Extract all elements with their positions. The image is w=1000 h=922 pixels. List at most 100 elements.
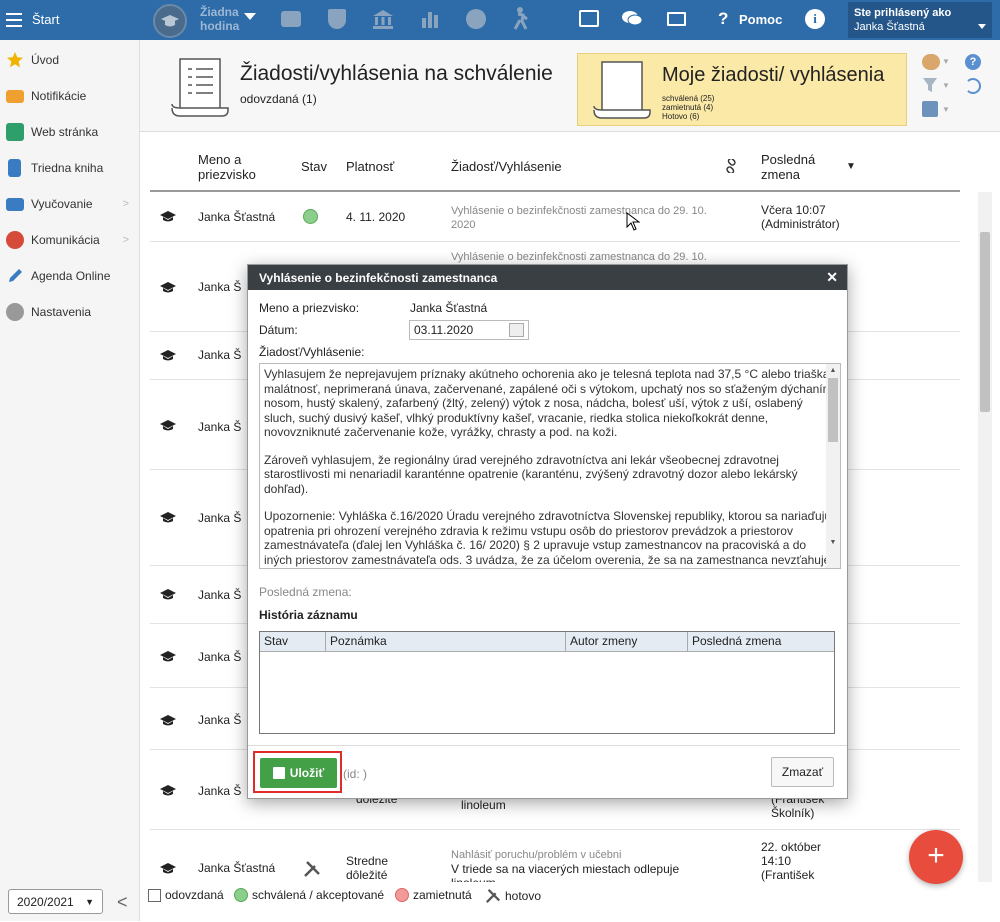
date-field[interactable]: 03.11.2020 xyxy=(409,320,529,340)
caret-down-icon[interactable]: ▼ xyxy=(942,57,950,66)
hour-line2: hodina xyxy=(200,19,240,33)
delete-button[interactable]: Zmazať xyxy=(771,757,834,787)
col-valid[interactable]: Platnosť xyxy=(346,159,394,174)
hamburger-icon[interactable] xyxy=(6,11,22,27)
open-book-icon xyxy=(6,197,24,211)
page-title: Žiadosti/vyhlásenia na schválenie xyxy=(240,62,553,85)
graduation-cap-icon[interactable] xyxy=(153,4,187,38)
caret-down-icon[interactable]: ▼ xyxy=(942,105,950,114)
palette-icon[interactable] xyxy=(466,9,486,29)
sidebar-item-triedna-kniha[interactable]: Triedna kniha xyxy=(0,150,139,186)
row-valid-line1: Stredne xyxy=(346,854,389,868)
hist-col-last-change[interactable]: Posledná zmena xyxy=(688,632,834,651)
row-last-change: Včera 10:07 (Administrátor) xyxy=(761,203,840,231)
approved-check-icon xyxy=(303,209,318,224)
hist-col-note[interactable]: Poznámka xyxy=(326,632,566,651)
funnel-icon[interactable] xyxy=(922,77,938,96)
count-approved: schválená (25) xyxy=(662,94,715,103)
help-icon[interactable]: ? xyxy=(718,9,728,29)
sidebar-item-label: Agenda Online xyxy=(31,269,111,283)
count-rejected: zamietnutá (4) xyxy=(662,103,714,112)
briefcase-icon[interactable] xyxy=(281,11,301,27)
caret-down-icon[interactable]: ▼ xyxy=(942,81,950,90)
sort-desc-icon[interactable]: ▼ xyxy=(846,161,856,172)
sign-icon[interactable] xyxy=(922,101,938,117)
col-name[interactable]: Meno a priezvisko xyxy=(198,152,256,182)
envelope-icon[interactable] xyxy=(667,12,686,26)
page-subtitle[interactable]: odovzdaná (1) xyxy=(240,92,317,106)
user-menu[interactable]: Ste prihlásený ako Janka Šťastná xyxy=(848,2,992,38)
scrollbar-thumb[interactable] xyxy=(980,232,990,412)
close-icon[interactable]: ✕ xyxy=(826,269,838,286)
info-icon[interactable]: i xyxy=(805,9,825,29)
col-state[interactable]: Stav xyxy=(301,159,327,174)
sidebar-item-vyucovanie[interactable]: Vyučovanie > xyxy=(0,186,139,222)
row-name: Janka Šťastná xyxy=(198,861,276,875)
sidebar-item-uvod[interactable]: Úvod xyxy=(0,42,139,78)
shield-icon[interactable] xyxy=(328,9,346,29)
hour-line1: Žiadna xyxy=(200,5,239,19)
row-request: Vyhlásenie o bezinfekčnosti zamestnanca … xyxy=(451,204,707,232)
bar-chart-icon[interactable] xyxy=(421,10,439,31)
gear-icon xyxy=(6,303,24,321)
record-id: (id: ) xyxy=(343,767,367,781)
row-request: Vyhlásenie o bezinfekčnosti zamestnanca … xyxy=(451,251,707,263)
scroll-down-icon[interactable]: ▼ xyxy=(826,536,840,551)
refresh-icon[interactable] xyxy=(965,78,981,94)
dialog-header: Vyhlásenie o bezinfekčnosti zamestnanca … xyxy=(248,265,847,290)
request-text-p2: Zároveň vyhlasujem, že regionálny úrad v… xyxy=(264,452,798,496)
row-name: Janka Š xyxy=(198,713,242,727)
link-icon xyxy=(724,157,738,176)
sidebar-item-label: Komunikácia xyxy=(31,233,100,247)
row-name: Janka Š xyxy=(198,280,242,294)
floppy-icon xyxy=(272,767,285,779)
sidebar-item-notifikacie[interactable]: Notifikácie xyxy=(0,78,139,114)
row-last-change: 22. október 14:10 (František xyxy=(761,840,821,882)
sidebar-item-web-stranka[interactable]: Web stránka xyxy=(0,114,139,150)
sidebar-item-nastavenia[interactable]: Nastavenia xyxy=(0,294,139,330)
caret-down-icon[interactable] xyxy=(244,13,256,20)
dialog-title: Vyhlásenie o bezinfekčnosti zamestnanca xyxy=(259,271,498,285)
help-link[interactable]: Pomoc xyxy=(739,12,782,27)
graduation-cap-icon xyxy=(160,651,176,663)
school-year-value: 2020/2021 xyxy=(17,895,74,909)
sidebar-item-agenda-online[interactable]: Agenda Online xyxy=(0,258,139,294)
history-table: Stav Poznámka Autor zmeny Posledná zmena xyxy=(259,631,835,734)
row-name: Janka Š xyxy=(198,348,242,362)
collapse-sidebar-icon[interactable]: < xyxy=(117,892,128,913)
history-table-header: Stav Poznámka Autor zmeny Posledná zmena xyxy=(260,632,834,652)
row-valid: Stredne dôležité xyxy=(346,854,388,882)
scrollbar-thumb[interactable] xyxy=(828,378,838,442)
page-scrollbar[interactable] xyxy=(978,192,992,882)
person-filter-icon[interactable] xyxy=(922,54,940,70)
chat-icon[interactable] xyxy=(621,9,643,32)
house-icon xyxy=(6,123,24,141)
save-button[interactable]: Uložiť xyxy=(260,758,337,788)
school-year-select[interactable]: 2020/2021 ▼ xyxy=(8,889,103,914)
legend-label: odovzdaná xyxy=(165,888,224,902)
hist-col-author[interactable]: Autor zmeny xyxy=(566,632,688,651)
start-label[interactable]: Štart xyxy=(32,12,59,27)
sidebar-item-komunikacia[interactable]: Komunikácia > xyxy=(0,222,139,258)
calendar-icon[interactable] xyxy=(509,323,524,337)
scroll-up-icon[interactable]: ▲ xyxy=(826,364,840,379)
user-name: Janka Šťastná xyxy=(854,21,925,33)
table-row[interactable]: Janka Šťastná 4. 11. 2020 Vyhlásenie o b… xyxy=(150,194,960,242)
hiking-icon[interactable] xyxy=(509,7,531,34)
textarea-scrollbar[interactable]: ▲ ▼ xyxy=(826,364,840,568)
add-button[interactable]: + xyxy=(909,830,963,884)
institution-icon[interactable] xyxy=(372,9,394,32)
row-name: Janka Š xyxy=(198,784,242,798)
request-textarea[interactable]: Vyhlasujem že neprejavujem príznaky akút… xyxy=(259,363,841,569)
row-request-line2: V triede sa na viacerých miestach odlepu… xyxy=(451,862,680,876)
row-last-line3: (František xyxy=(761,868,815,882)
table-header: Meno a priezvisko Stav Platnosť Žiadosť/… xyxy=(150,152,960,192)
col-last-change[interactable]: Posledná zmena xyxy=(761,152,815,182)
current-hour[interactable]: Žiadna hodina xyxy=(200,5,239,33)
col-request[interactable]: Žiadosť/Vyhlásenie xyxy=(451,159,562,174)
my-requests-panel[interactable]: Moje žiadosti/ vyhlásenia schválená (25)… xyxy=(577,53,907,126)
hist-col-state[interactable]: Stav xyxy=(260,632,326,651)
display-icon[interactable] xyxy=(579,10,599,27)
user-line1: Ste prihlásený ako xyxy=(854,7,952,19)
help-icon[interactable]: ? xyxy=(965,54,981,70)
